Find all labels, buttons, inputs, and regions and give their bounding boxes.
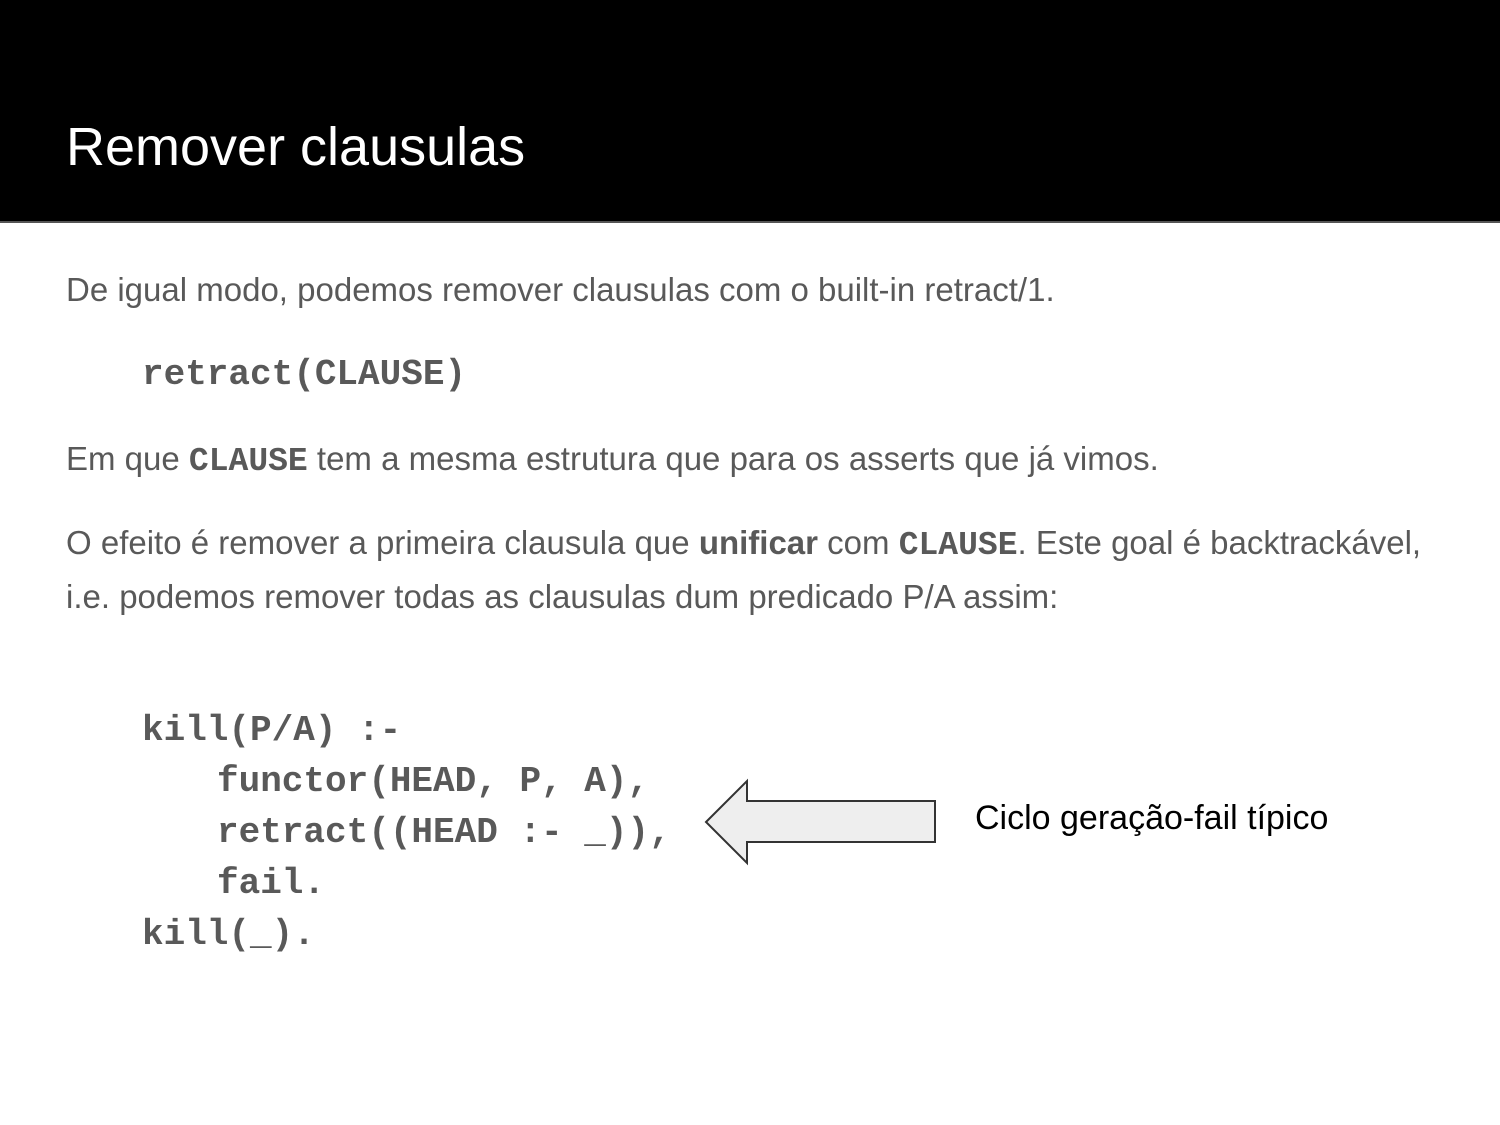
effect-paragraph: O efeito é remover a primeira clausula q… — [66, 517, 1446, 622]
title-bar: Remover clausulas — [0, 0, 1500, 223]
clause-keyword-2: CLAUSE — [898, 527, 1018, 564]
code-line-functor: functor(HEAD, P, A), — [217, 761, 650, 802]
intro-paragraph: De igual modo, podemos remover clausulas… — [66, 271, 1055, 308]
clause-keyword: CLAUSE — [188, 443, 308, 480]
arrow-annotation: Ciclo geração-fail típico — [975, 799, 1329, 837]
effect-text-2: com — [818, 524, 899, 561]
clause-structure-paragraph: Em que CLAUSE tem a mesma estrutura que … — [66, 433, 1446, 487]
unificar-bold: unificar — [698, 524, 819, 561]
retract-syntax: retract(CLAUSE) — [142, 354, 467, 395]
clause-structure-text-2: tem a mesma estrutura que para os assert… — [307, 440, 1159, 477]
clause-structure-text-1: Em que — [66, 440, 189, 477]
slide-title: Remover clausulas — [66, 117, 526, 177]
left-arrow-icon — [704, 778, 936, 866]
code-line-fail: fail. — [217, 863, 326, 904]
effect-text-1: O efeito é remover a primeira clausula q… — [66, 524, 699, 561]
code-line-head: kill(P/A) :- — [142, 710, 402, 751]
code-line-retract: retract((HEAD :- _)), — [217, 812, 671, 853]
code-line-kill-catchall: kill(_). — [142, 914, 315, 955]
